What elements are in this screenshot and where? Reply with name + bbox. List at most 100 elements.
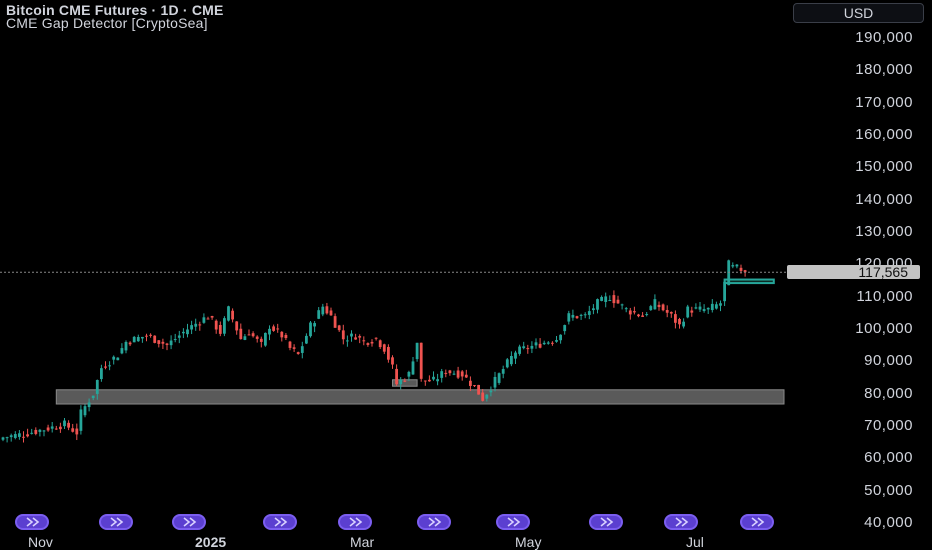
candle-body [378,340,382,348]
candle-body [54,428,58,430]
candle-body [592,308,595,311]
double-chevron-icon [751,517,765,527]
candle-body [440,371,444,378]
double-chevron-icon [507,517,521,527]
candle-body [624,308,628,310]
candle-body [284,334,288,339]
double-chevron-icon [183,517,197,527]
economic-event-marker[interactable] [99,514,133,530]
candle-body [128,342,132,345]
candle-body [358,336,362,338]
candle-body [551,342,554,344]
candle-body [243,336,247,340]
candle-body [9,435,13,438]
candle-body [116,357,120,361]
candle-body [296,352,300,354]
economic-event-marker[interactable] [172,514,206,530]
candle-body [362,340,366,342]
economic-event-marker[interactable] [589,514,623,530]
candle-body [387,346,390,360]
price-tick-label: 50,000 [864,481,913,499]
candle-body [407,371,411,377]
candle-body [526,348,530,350]
double-chevron-icon [26,517,40,527]
candle-body [75,428,79,435]
candle-body [210,316,214,318]
candle-body [702,309,706,312]
candle-body [350,333,353,337]
candle-body [710,303,714,311]
candle-body [202,317,206,323]
economic-event-marker[interactable] [417,514,451,530]
candle-body [739,267,743,271]
economic-event-marker[interactable] [338,514,372,530]
candle-body [665,309,669,313]
time-tick-label: Nov [28,534,53,550]
price-tick-label: 110,000 [856,287,913,305]
candle-body [227,306,230,321]
candle-body [149,334,152,336]
candle-body [329,310,333,316]
double-chevron-icon [675,517,689,527]
candle-body [231,310,234,320]
price-tick-label: 60,000 [864,449,913,467]
candle-body [579,314,583,316]
candle-body [370,341,374,344]
candle-body [620,304,624,306]
candle-body [563,325,567,332]
candle-body [432,376,435,380]
price-tick-label: 100,000 [855,320,913,337]
candle-body [50,426,54,429]
candle-body [555,340,558,342]
double-chevron-icon [349,517,363,527]
candle-body [108,365,111,367]
candle-body [239,328,243,340]
time-tick-label: May [515,534,542,550]
candle-body [567,313,571,322]
candle-body [305,335,308,344]
candle-body [534,342,538,346]
candle-body [505,359,509,368]
candle-body [587,311,591,315]
economic-event-marker[interactable] [740,514,774,530]
time-tick-label: 2025 [195,534,227,550]
double-chevron-icon [274,517,288,527]
candle-body [411,361,415,375]
last-price-badge: 117,565 [787,265,920,279]
currency-button[interactable]: USD [793,3,924,23]
economic-event-marker[interactable] [664,514,698,530]
candle-body [218,324,222,334]
candle-body [18,433,21,437]
candle-body [190,325,193,330]
candle-body [59,426,62,430]
candle-body [501,369,505,374]
candle-body [26,434,29,437]
candle-body [489,390,493,393]
candle-body [120,348,124,354]
candle-body [292,347,296,349]
gap-zone-gray [55,389,785,405]
economic-event-marker[interactable] [15,514,49,530]
candle-body [481,392,485,401]
candle-body [518,346,521,354]
economic-event-marker[interactable] [496,514,530,530]
candle-body [321,306,325,315]
candle-body [522,346,526,349]
candle-body [423,380,427,382]
indicator-label[interactable]: CME Gap Detector [CryptoSea] [6,15,208,31]
candle-body [428,379,431,382]
candle-body [63,420,66,427]
candle-body [649,306,653,311]
candle-body [616,299,620,304]
candle-body [177,335,181,338]
candle-body [727,260,731,286]
candle-body [288,341,292,348]
price-tick-label: 150,000 [855,158,913,176]
candle-body [657,304,661,308]
candle-body [436,379,439,382]
price-tick-label: 160,000 [855,126,913,143]
economic-event-marker[interactable] [263,514,297,530]
candle-body [628,310,632,315]
candle-body [473,385,476,387]
candle-body [300,346,304,353]
